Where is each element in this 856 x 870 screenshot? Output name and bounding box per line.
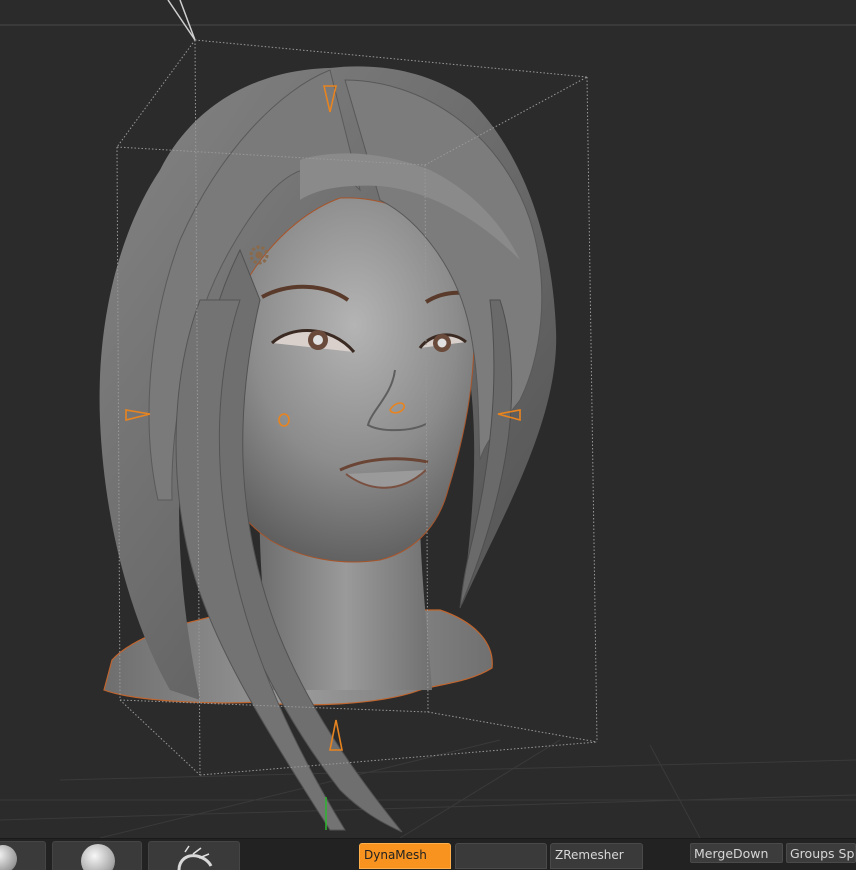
clay-brush-icon	[81, 844, 115, 870]
viewport-scene[interactable]	[0, 0, 856, 838]
floor-grid	[0, 739, 856, 838]
fibermesh-brush-icon	[177, 845, 213, 870]
camera-line-icon	[167, 0, 196, 41]
canvas-viewport[interactable]	[0, 0, 856, 838]
zremesher-button[interactable]: ZRemesher	[550, 843, 643, 869]
sphere-brush-icon	[0, 845, 17, 870]
dynamesh-button[interactable]: DynaMesh	[359, 843, 451, 869]
brush-thumbnail-3[interactable]	[148, 841, 240, 870]
blank-button[interactable]	[455, 843, 547, 869]
brush-thumbnail-1[interactable]	[0, 841, 46, 870]
mergedown-button[interactable]: MergeDown	[690, 843, 783, 863]
groups-split-button[interactable]: Groups Split	[786, 843, 856, 863]
brush-thumbnail-2[interactable]	[52, 841, 142, 870]
